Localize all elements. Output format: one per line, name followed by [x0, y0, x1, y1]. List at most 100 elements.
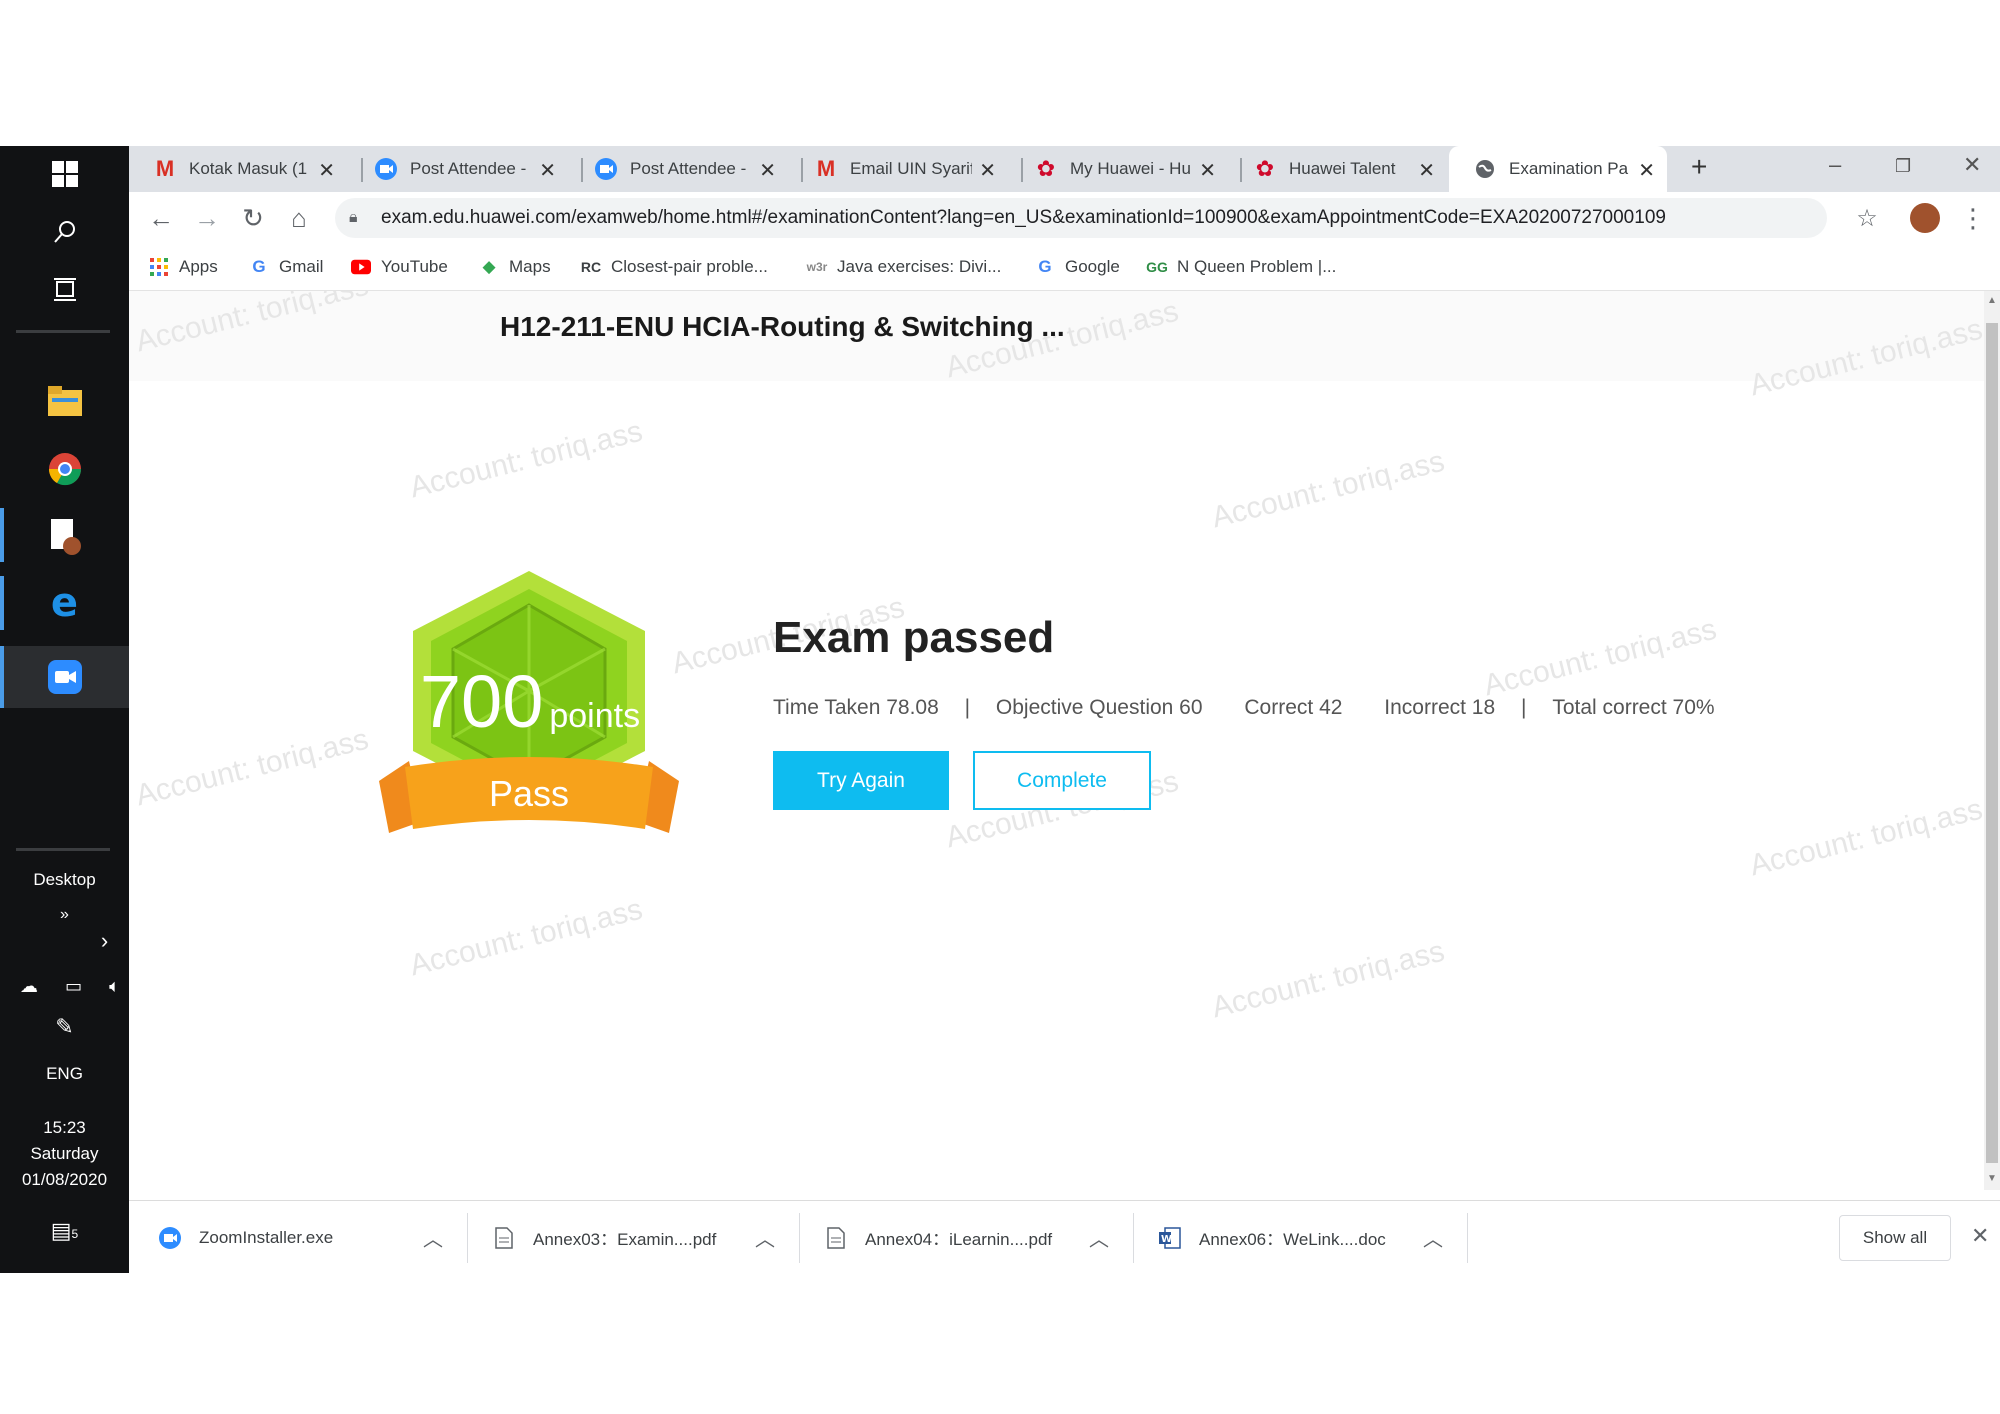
clock-day: Saturday: [30, 1144, 99, 1163]
result-stats: Time Taken 78.08 | Objective Question 60…: [773, 696, 1715, 720]
battery-icon[interactable]: ▭: [65, 976, 82, 997]
close-icon[interactable]: ✕: [1418, 158, 1435, 183]
notification-center-button[interactable]: ▤5: [0, 1218, 129, 1244]
close-icon[interactable]: ✕: [979, 158, 996, 183]
restore-button[interactable]: ❐: [1895, 156, 1911, 177]
word-icon: W: [1159, 1226, 1181, 1249]
minimize-button[interactable]: –: [1829, 152, 1841, 178]
watermark: Account: toriq.ass: [406, 414, 646, 505]
reload-button[interactable]: ↻: [235, 200, 271, 236]
tab-post-attendee-2[interactable]: Post Attendee - ✕: [570, 146, 788, 192]
bookmark-gmail[interactable]: G Gmail: [249, 244, 323, 290]
taskbar-search-button[interactable]: [0, 212, 129, 252]
globe-icon: [1473, 157, 1497, 181]
incorrect-count: Incorrect 18: [1384, 696, 1496, 719]
rc-icon: RC: [580, 259, 602, 275]
correct-count: Correct 42: [1244, 696, 1343, 719]
badge-score-unit: points: [549, 697, 641, 735]
zoom-icon: [594, 157, 618, 181]
arrow-left-icon: ←: [148, 202, 174, 233]
browser-window: M Kotak Masuk (1 ✕ Post Attendee - ✕ Pos…: [129, 146, 2000, 1274]
network-icon[interactable]: ☁: [20, 976, 38, 997]
watermark: Account: toriq.ass: [132, 722, 372, 813]
chevron-up-icon[interactable]: ︿: [1423, 1223, 1443, 1252]
new-tab-button[interactable]: +: [1691, 151, 1707, 183]
tab-title: Huawei Talent: [1289, 159, 1396, 178]
chevron-up-icon[interactable]: ︿: [423, 1223, 443, 1252]
download-filename: Annex06：WeLink....doc: [1199, 1230, 1386, 1249]
taskbar-document[interactable]: [0, 512, 129, 562]
kebab-menu-icon: ⋮: [1960, 202, 1986, 233]
home-button[interactable]: ⌂: [281, 200, 317, 236]
zoom-icon: [47, 660, 82, 694]
google-icon: G: [252, 257, 266, 276]
watermark: Account: toriq.ass: [1208, 444, 1448, 535]
windows-start-button[interactable]: [0, 154, 129, 194]
profile-avatar[interactable]: [1907, 200, 1943, 236]
youtube-icon: [351, 257, 371, 277]
downloads-close-button[interactable]: ✕: [1971, 1223, 1989, 1249]
browser-menu-button[interactable]: ⋮: [1955, 200, 1991, 236]
bookmark-maps[interactable]: ◆ Maps: [479, 244, 550, 290]
avatar-icon: [1910, 203, 1940, 233]
bookmark-java-exercises[interactable]: w3r Java exercises: Divi...: [806, 244, 1002, 290]
bookmark-apps[interactable]: Apps: [149, 244, 218, 290]
show-all-button[interactable]: Show all: [1839, 1215, 1951, 1261]
task-view-button[interactable]: [0, 270, 129, 310]
language-indicator[interactable]: ENG: [0, 1064, 129, 1084]
bookmark-n-queen[interactable]: GG N Queen Problem |...: [1146, 244, 1336, 290]
download-divider: [799, 1213, 800, 1263]
scrollbar-thumb[interactable]: [1986, 323, 1998, 1163]
download-item-annex03[interactable]: Annex03：Examin....pdf: [493, 1201, 716, 1274]
download-item-annex04[interactable]: Annex04：iLearnin....pdf: [825, 1201, 1052, 1274]
scroll-up-icon[interactable]: ▲: [1987, 295, 1997, 306]
taskbar-zoom[interactable]: [0, 652, 129, 702]
back-button[interactable]: ←: [143, 200, 179, 236]
page-scrollbar[interactable]: ▲ ▼: [1984, 291, 2000, 1190]
taskbar-file-explorer[interactable]: [0, 376, 129, 426]
chevron-down-icon[interactable]: »: [0, 906, 129, 924]
stats-separator: |: [964, 696, 971, 719]
download-item-annex06[interactable]: W Annex06：WeLink....doc: [1159, 1201, 1386, 1274]
close-icon[interactable]: ✕: [1638, 158, 1655, 183]
tab-my-huawei[interactable]: ✿ My Huawei - Hu ✕: [1010, 146, 1228, 192]
tab-post-attendee-1[interactable]: Post Attendee - ✕: [350, 146, 568, 192]
apps-grid-icon: [149, 257, 169, 277]
download-divider: [1467, 1213, 1468, 1263]
stats-separator: |: [1521, 696, 1527, 719]
address-bar[interactable]: 🔒︎ exam.edu.huawei.com/examweb/home.html…: [335, 198, 1827, 238]
tab-examination[interactable]: Examination Pa ✕: [1449, 146, 1667, 192]
home-icon: ⌂: [291, 202, 307, 233]
bookmark-label: YouTube: [381, 257, 448, 276]
close-icon[interactable]: ✕: [759, 158, 776, 183]
volume-icon[interactable]: 🔈︎: [109, 976, 120, 997]
tab-email-uin[interactable]: M Email UIN Syarif ✕: [790, 146, 1008, 192]
forward-button[interactable]: →: [189, 200, 225, 236]
pen-icon[interactable]: ✎: [0, 1014, 129, 1040]
download-filename: Annex04：iLearnin....pdf: [865, 1230, 1053, 1249]
clock-time[interactable]: 15:23: [0, 1118, 129, 1138]
bookmark-google[interactable]: G Google: [1035, 244, 1119, 290]
tab-huawei-talent[interactable]: ✿ Huawei Talent ✕: [1229, 146, 1447, 192]
taskbar-chrome[interactable]: [0, 444, 129, 494]
close-icon[interactable]: ✕: [1199, 158, 1216, 183]
close-icon[interactable]: ✕: [318, 158, 335, 183]
gmail-icon: M: [816, 156, 836, 181]
window-close-button[interactable]: ✕: [1963, 152, 1981, 178]
chevron-up-icon[interactable]: ︿: [755, 1223, 775, 1252]
w3r-icon: w3r: [806, 260, 828, 274]
tab-kotak-masuk[interactable]: M Kotak Masuk (1 ✕: [129, 146, 347, 192]
scroll-down-icon[interactable]: ▼: [1987, 1173, 1997, 1184]
complete-button[interactable]: Complete: [973, 751, 1151, 810]
download-item-zoominstaller[interactable]: ZoomInstaller.exe: [159, 1201, 333, 1274]
taskbar-edge[interactable]: e: [0, 578, 129, 628]
chevron-up-icon[interactable]: ︿: [1089, 1223, 1109, 1252]
bookmark-youtube[interactable]: YouTube: [351, 244, 448, 290]
bookmark-label: Apps: [179, 257, 218, 276]
close-icon[interactable]: ✕: [539, 158, 556, 183]
bookmark-closest-pair[interactable]: RC Closest-pair proble...: [581, 244, 768, 290]
desktop-label[interactable]: Desktop: [0, 870, 129, 890]
arrow-right-icon: →: [194, 202, 220, 233]
bookmark-star-button[interactable]: ☆: [1849, 200, 1885, 236]
try-again-button[interactable]: Try Again: [773, 751, 949, 810]
